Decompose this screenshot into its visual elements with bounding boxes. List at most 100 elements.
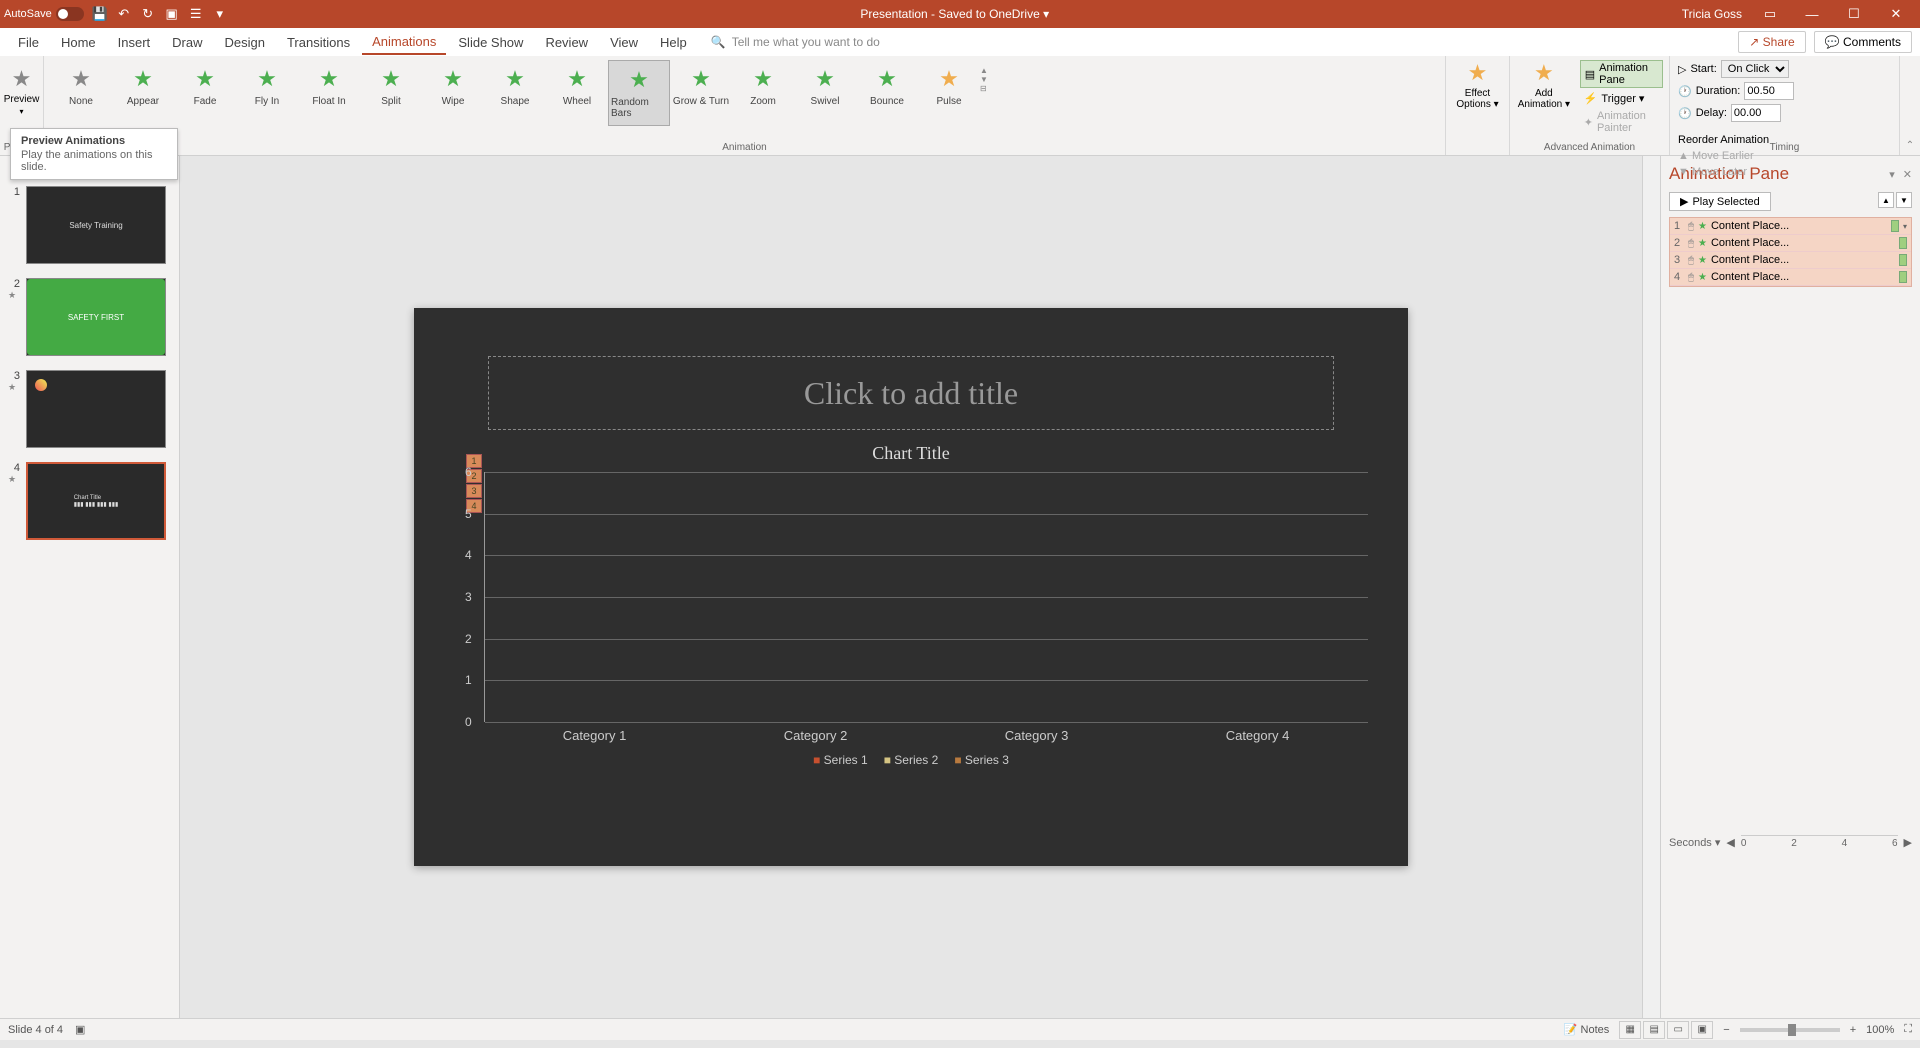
present-icon[interactable]: ▣ <box>164 6 180 22</box>
qat-more-icon[interactable]: ▾ <box>212 6 228 22</box>
accessibility-icon[interactable]: ▣ <box>75 1023 85 1036</box>
reading-view-icon[interactable]: ▭ <box>1667 1021 1689 1039</box>
gallery-more-icon[interactable]: ⊟ <box>980 84 996 93</box>
anim-star-icon: ★ <box>629 67 649 93</box>
slide-thumbnail-3[interactable] <box>26 370 166 448</box>
animation-bounce[interactable]: ★Bounce <box>856 60 918 113</box>
animation-list: 1🖱★Content Place...▾2🖱★Content Place...3… <box>1669 217 1912 287</box>
ribbon-options-icon[interactable]: ▭ <box>1750 2 1790 26</box>
tab-file[interactable]: File <box>8 31 49 54</box>
tab-draw[interactable]: Draw <box>162 31 212 54</box>
seconds-label[interactable]: Seconds ▾ <box>1669 836 1720 849</box>
move-down-icon[interactable]: ▼ <box>1896 192 1912 208</box>
user-name[interactable]: Tricia Goss <box>1682 7 1742 21</box>
close-icon[interactable]: ✕ <box>1876 2 1916 26</box>
pane-close-icon[interactable]: ✕ <box>1903 168 1912 181</box>
animation-wheel[interactable]: ★Wheel <box>546 60 608 113</box>
vertical-scrollbar[interactable] <box>1642 156 1660 1018</box>
share-button[interactable]: ↗ Share <box>1738 31 1805 53</box>
notes-button[interactable]: 📝 Notes <box>1564 1023 1610 1036</box>
zoom-in-icon[interactable]: + <box>1850 1024 1856 1036</box>
gallery-down-icon[interactable]: ▼ <box>980 75 996 84</box>
animation-pane-button[interactable]: ▤ Animation Pane <box>1580 60 1663 88</box>
duration-label: Duration: <box>1696 85 1741 97</box>
effect-options-button[interactable]: ★ Effect Options ▾ <box>1452 60 1503 110</box>
tab-view[interactable]: View <box>600 31 648 54</box>
animation-random-bars[interactable]: ★Random Bars <box>608 60 670 126</box>
timing-bar-icon <box>1899 237 1907 249</box>
tab-slideshow[interactable]: Slide Show <box>448 31 533 54</box>
title-bar: AutoSave 💾 ↶ ↻ ▣ ☰ ▾ Presentation - Save… <box>0 0 1920 28</box>
slide-thumbnail-panel: 1 Safety Training 2★ SAFETY FIRST 3★ 4★ … <box>0 156 180 1018</box>
slide-thumbnail-4[interactable]: Chart Title▮▮▮ ▮▮▮ ▮▮▮ ▮▮▮ <box>26 462 166 540</box>
animation-appear[interactable]: ★Appear <box>112 60 174 113</box>
normal-view-icon[interactable]: ▦ <box>1619 1021 1641 1039</box>
sorter-view-icon[interactable]: ▤ <box>1643 1021 1665 1039</box>
slide-canvas[interactable]: Click to add title 1 2 3 4 Chart Title 0… <box>414 308 1408 866</box>
animation-fade[interactable]: ★Fade <box>174 60 236 113</box>
animation-list-item[interactable]: 1🖱★Content Place...▾ <box>1670 218 1911 235</box>
move-up-icon[interactable]: ▲ <box>1878 192 1894 208</box>
trigger-button[interactable]: ⚡ Trigger ▾ <box>1580 91 1663 106</box>
autosave-toggle[interactable]: AutoSave <box>4 7 84 21</box>
animation-pane: Animation Pane ▾ ✕ ▶ Play Selected ▲ ▼ 1… <box>1660 156 1920 1018</box>
timing-bar-icon <box>1891 220 1899 232</box>
animation-swivel[interactable]: ★Swivel <box>794 60 856 113</box>
play-selected-button[interactable]: ▶ Play Selected <box>1669 192 1771 211</box>
animation-none[interactable]: ★None <box>50 60 112 113</box>
animation-grow-&-turn[interactable]: ★Grow & Turn <box>670 60 732 113</box>
effect-star-icon: ★ <box>1698 221 1707 232</box>
preview-star-icon: ★ <box>12 66 32 92</box>
zoom-out-icon[interactable]: − <box>1723 1024 1729 1036</box>
tab-review[interactable]: Review <box>535 31 598 54</box>
start-select[interactable]: On Click <box>1721 60 1789 78</box>
delay-input[interactable] <box>1731 104 1781 122</box>
gallery-up-icon[interactable]: ▲ <box>980 66 996 75</box>
animation-pulse[interactable]: ★Pulse <box>918 60 980 113</box>
tell-me-search[interactable]: 🔍 Tell me what you want to do <box>711 35 880 49</box>
tab-animations[interactable]: Animations <box>362 30 446 55</box>
maximize-icon[interactable]: ☐ <box>1834 2 1874 26</box>
anim-star-icon: ★ <box>443 66 463 92</box>
undo-icon[interactable]: ↶ <box>116 6 132 22</box>
slide-editor[interactable]: Click to add title 1 2 3 4 Chart Title 0… <box>180 156 1642 1018</box>
chart-placeholder[interactable]: Chart Title 0123456 Category 1Category 2… <box>454 443 1368 806</box>
timeline-next-icon[interactable]: ▶ <box>1904 836 1912 849</box>
title-placeholder[interactable]: Click to add title <box>488 356 1334 430</box>
slide-thumbnail-2[interactable]: SAFETY FIRST <box>26 278 166 356</box>
chevron-down-icon[interactable]: ▾ <box>1903 222 1907 231</box>
animation-list-item[interactable]: 3🖱★Content Place... <box>1670 252 1911 269</box>
tab-design[interactable]: Design <box>215 31 275 54</box>
tab-insert[interactable]: Insert <box>108 31 161 54</box>
zoom-slider[interactable] <box>1740 1028 1840 1032</box>
animation-float-in[interactable]: ★Float In <box>298 60 360 113</box>
animation-shape[interactable]: ★Shape <box>484 60 546 113</box>
delay-row: 🕐 Delay: <box>1678 104 1891 122</box>
toggle-icon[interactable] <box>56 7 84 21</box>
zoom-level[interactable]: 100% <box>1866 1024 1894 1036</box>
minimize-icon[interactable]: — <box>1792 2 1832 26</box>
slideshow-view-icon[interactable]: ▣ <box>1691 1021 1713 1039</box>
animation-split[interactable]: ★Split <box>360 60 422 113</box>
tab-help[interactable]: Help <box>650 31 697 54</box>
animation-wipe[interactable]: ★Wipe <box>422 60 484 113</box>
duration-input[interactable] <box>1744 82 1794 100</box>
preview-button[interactable]: ★ Preview ▾ <box>4 60 40 116</box>
redo-icon[interactable]: ↻ <box>140 6 156 22</box>
timing-bar-icon <box>1899 271 1907 283</box>
slide-thumbnail-1[interactable]: Safety Training <box>26 186 166 264</box>
add-animation-button[interactable]: ★ Add Animation ▾ <box>1516 60 1572 135</box>
animation-fly-in[interactable]: ★Fly In <box>236 60 298 113</box>
timeline-prev-icon[interactable]: ◀ <box>1726 836 1734 849</box>
animation-zoom[interactable]: ★Zoom <box>732 60 794 113</box>
save-icon[interactable]: 💾 <box>92 6 108 22</box>
tab-home[interactable]: Home <box>51 31 106 54</box>
tab-transitions[interactable]: Transitions <box>277 31 360 54</box>
touch-icon[interactable]: ☰ <box>188 6 204 22</box>
comments-button[interactable]: 💬 Comments <box>1814 31 1912 53</box>
animation-list-item[interactable]: 4🖱★Content Place... <box>1670 269 1911 286</box>
fit-icon[interactable]: ⛶ <box>1904 1023 1912 1036</box>
anim-star-icon: ★ <box>753 66 773 92</box>
animation-list-item[interactable]: 2🖱★Content Place... <box>1670 235 1911 252</box>
collapse-ribbon-icon[interactable]: ⌃ <box>1906 140 1914 151</box>
